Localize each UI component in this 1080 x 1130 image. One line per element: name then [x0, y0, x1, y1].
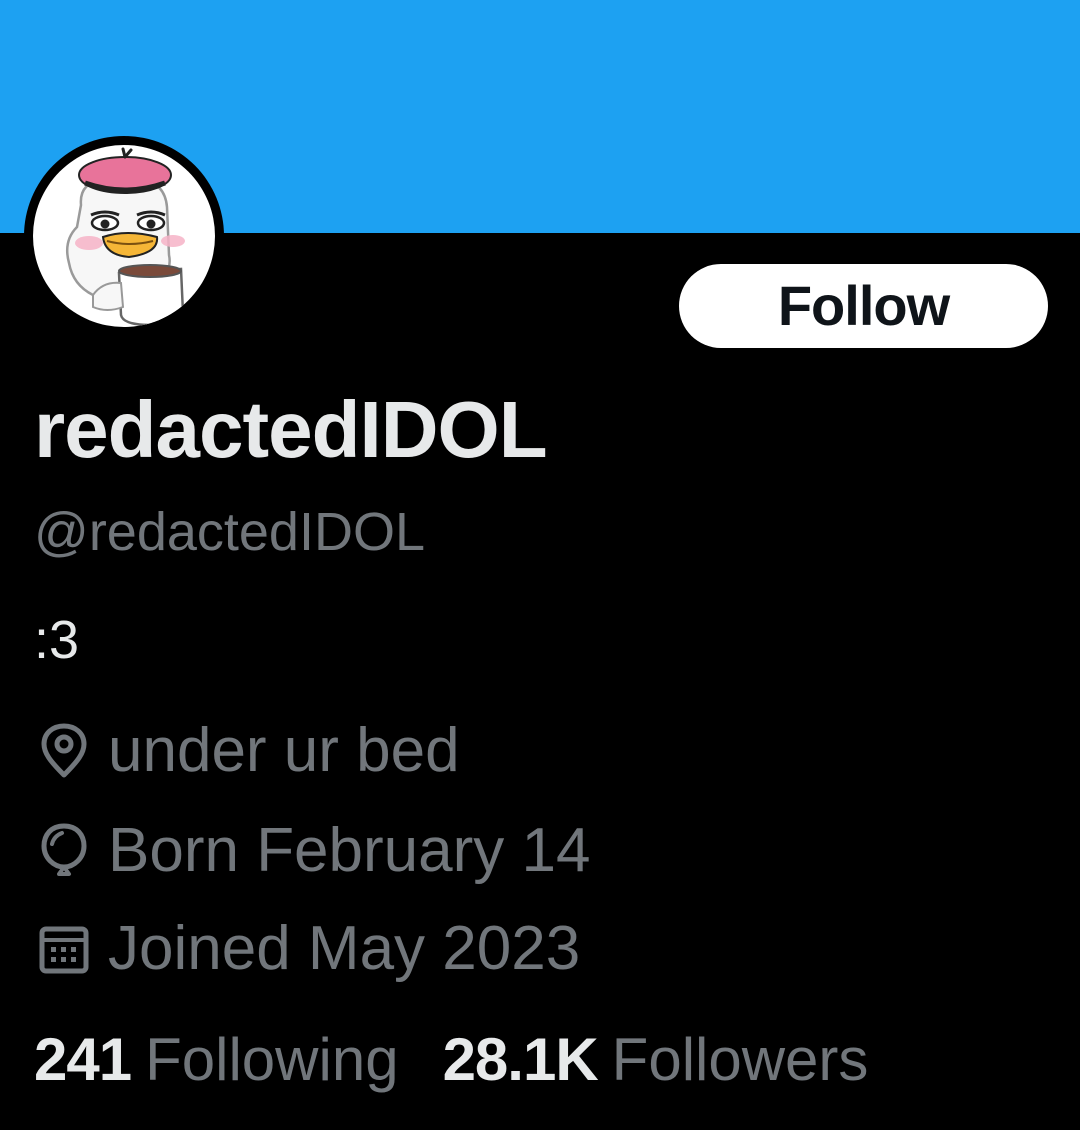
- user-handle: @redactedIDOL: [34, 502, 425, 562]
- display-name: redactedIDOL: [34, 385, 548, 474]
- joined-text: Joined May 2023: [108, 914, 581, 983]
- followers-link[interactable]: 28.1K Followers: [443, 1024, 869, 1096]
- balloon-icon: [34, 821, 94, 881]
- birthday-row: Born February 14: [34, 816, 590, 886]
- follow-button[interactable]: Follow: [679, 264, 1048, 348]
- calendar-icon: [34, 919, 94, 979]
- following-link[interactable]: 241 Following: [34, 1024, 399, 1096]
- location-pin-icon: [34, 721, 94, 781]
- followers-count: 28.1K: [442, 1026, 599, 1093]
- follow-stats: 241 Following 28.1K Followers: [34, 1024, 868, 1096]
- following-label: Following: [145, 1026, 399, 1093]
- followers-label: Followers: [611, 1026, 869, 1093]
- avatar[interactable]: [24, 136, 224, 336]
- avatar-image: [33, 145, 215, 327]
- duck-avatar-icon: [66, 147, 185, 327]
- following-count: 241: [34, 1026, 132, 1093]
- location-text: under ur bed: [108, 716, 460, 785]
- bio-text: :3: [34, 610, 80, 670]
- location-row: under ur bed: [34, 716, 460, 786]
- profile-page: Follow redactedIDOL @redactedIDOL :3 und…: [0, 0, 1080, 1130]
- birthday-text: Born February 14: [108, 816, 591, 885]
- joined-row: Joined May 2023: [34, 914, 580, 984]
